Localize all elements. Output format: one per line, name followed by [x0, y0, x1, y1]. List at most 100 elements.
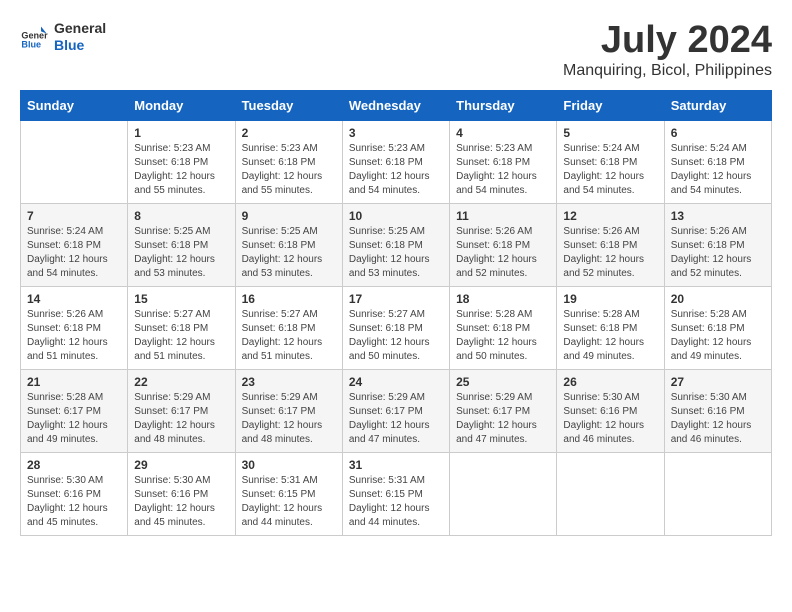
calendar-cell: 7 Sunrise: 5:24 AM Sunset: 6:18 PM Daylig… — [21, 203, 128, 286]
calendar-cell: 18 Sunrise: 5:28 AM Sunset: 6:18 PM Dayli… — [450, 286, 557, 369]
cell-info: Sunrise: 5:28 AM Sunset: 6:18 PM Dayligh… — [456, 308, 550, 364]
cell-info: Sunrise: 5:26 AM Sunset: 6:18 PM Dayligh… — [27, 308, 121, 364]
cell-info: Sunrise: 5:25 AM Sunset: 6:18 PM Dayligh… — [349, 225, 443, 281]
cell-info: Sunrise: 5:27 AM Sunset: 6:18 PM Dayligh… — [242, 308, 336, 364]
cell-info: Sunrise: 5:23 AM Sunset: 6:18 PM Dayligh… — [349, 142, 443, 198]
calendar-week-row: 1 Sunrise: 5:23 AM Sunset: 6:18 PM Daylig… — [21, 120, 772, 203]
calendar-cell: 22Sunrise: 5:29 AM Sunset: 6:17 PM Dayli… — [128, 369, 235, 452]
calendar-week-row: 21 Sunrise: 5:28 AM Sunset: 6:17 PM Dayli… — [21, 369, 772, 452]
day-number: 30 — [242, 458, 336, 472]
day-number: 4 — [456, 126, 550, 140]
column-header-tuesday: Tuesday — [235, 90, 342, 120]
day-number: 16 — [242, 292, 336, 306]
cell-info: Sunrise: 5:24 AM Sunset: 6:18 PM Dayligh… — [563, 142, 657, 198]
logo-icon: General Blue — [20, 23, 48, 51]
calendar-cell: 21 Sunrise: 5:28 AM Sunset: 6:17 PM Dayli… — [21, 369, 128, 452]
calendar-cell: 19 Sunrise: 5:28 AM Sunset: 6:18 PM Dayli… — [557, 286, 664, 369]
cell-info: Sunrise: 5:29 AM Sunset: 6:17 PM Dayligh… — [456, 391, 550, 447]
calendar-cell: 15 Sunrise: 5:27 AM Sunset: 6:18 PM Dayli… — [128, 286, 235, 369]
calendar-cell: 17Sunrise: 5:27 AM Sunset: 6:18 PM Dayli… — [342, 286, 449, 369]
page-header: General Blue General Blue July 2024 Manq… — [20, 20, 772, 80]
title-block: July 2024 Manquiring, Bicol, Philippines — [563, 20, 772, 80]
cell-info: Sunrise: 5:24 AM Sunset: 6:18 PM Dayligh… — [27, 225, 121, 281]
svg-text:Blue: Blue — [21, 39, 41, 49]
column-header-wednesday: Wednesday — [342, 90, 449, 120]
calendar-cell — [450, 452, 557, 535]
day-number: 6 — [671, 126, 765, 140]
calendar-cell: 31 Sunrise: 5:31 AM Sunset: 6:15 PM Dayli… — [342, 452, 449, 535]
cell-info: Sunrise: 5:28 AM Sunset: 6:17 PM Dayligh… — [27, 391, 121, 447]
day-number: 12 — [563, 209, 657, 223]
calendar-cell: 6 Sunrise: 5:24 AM Sunset: 6:18 PM Daylig… — [664, 120, 771, 203]
calendar-cell: 14 Sunrise: 5:26 AM Sunset: 6:18 PM Dayli… — [21, 286, 128, 369]
calendar-cell: 2Sunrise: 5:23 AM Sunset: 6:18 PM Daylig… — [235, 120, 342, 203]
logo-general: General — [54, 20, 106, 37]
calendar-cell — [557, 452, 664, 535]
calendar-cell: 13 Sunrise: 5:26 AM Sunset: 6:18 PM Dayli… — [664, 203, 771, 286]
cell-info: Sunrise: 5:31 AM Sunset: 6:15 PM Dayligh… — [242, 474, 336, 530]
day-number: 5 — [563, 126, 657, 140]
cell-info: Sunrise: 5:25 AM Sunset: 6:18 PM Dayligh… — [134, 225, 228, 281]
cell-info: Sunrise: 5:26 AM Sunset: 6:18 PM Dayligh… — [671, 225, 765, 281]
day-number: 2 — [242, 126, 336, 140]
day-number: 24 — [349, 375, 443, 389]
calendar-week-row: 28 Sunrise: 5:30 AM Sunset: 6:16 PM Dayli… — [21, 452, 772, 535]
calendar-cell: 26 Sunrise: 5:30 AM Sunset: 6:16 PM Dayli… — [557, 369, 664, 452]
calendar-cell: 23 Sunrise: 5:29 AM Sunset: 6:17 PM Dayli… — [235, 369, 342, 452]
column-header-sunday: Sunday — [21, 90, 128, 120]
location-subtitle: Manquiring, Bicol, Philippines — [563, 62, 772, 80]
cell-info: Sunrise: 5:29 AM Sunset: 6:17 PM Dayligh… — [349, 391, 443, 447]
cell-info: Sunrise: 5:25 AM Sunset: 6:18 PM Dayligh… — [242, 225, 336, 281]
column-header-monday: Monday — [128, 90, 235, 120]
day-number: 19 — [563, 292, 657, 306]
cell-info: Sunrise: 5:26 AM Sunset: 6:18 PM Dayligh… — [563, 225, 657, 281]
day-number: 20 — [671, 292, 765, 306]
calendar-cell: 20Sunrise: 5:28 AM Sunset: 6:18 PM Dayli… — [664, 286, 771, 369]
column-header-friday: Friday — [557, 90, 664, 120]
day-number: 3 — [349, 126, 443, 140]
day-number: 21 — [27, 375, 121, 389]
day-number: 18 — [456, 292, 550, 306]
cell-info: Sunrise: 5:24 AM Sunset: 6:18 PM Dayligh… — [671, 142, 765, 198]
day-number: 22 — [134, 375, 228, 389]
day-number: 23 — [242, 375, 336, 389]
day-number: 13 — [671, 209, 765, 223]
cell-info: Sunrise: 5:27 AM Sunset: 6:18 PM Dayligh… — [134, 308, 228, 364]
calendar-cell: 9 Sunrise: 5:25 AM Sunset: 6:18 PM Daylig… — [235, 203, 342, 286]
cell-info: Sunrise: 5:28 AM Sunset: 6:18 PM Dayligh… — [563, 308, 657, 364]
logo-blue: Blue — [54, 37, 106, 54]
day-number: 29 — [134, 458, 228, 472]
day-number: 28 — [27, 458, 121, 472]
cell-info: Sunrise: 5:31 AM Sunset: 6:15 PM Dayligh… — [349, 474, 443, 530]
day-number: 7 — [27, 209, 121, 223]
cell-info: Sunrise: 5:23 AM Sunset: 6:18 PM Dayligh… — [134, 142, 228, 198]
day-number: 17 — [349, 292, 443, 306]
column-header-saturday: Saturday — [664, 90, 771, 120]
day-number: 25 — [456, 375, 550, 389]
cell-info: Sunrise: 5:26 AM Sunset: 6:18 PM Dayligh… — [456, 225, 550, 281]
calendar-cell: 3 Sunrise: 5:23 AM Sunset: 6:18 PM Daylig… — [342, 120, 449, 203]
day-number: 31 — [349, 458, 443, 472]
calendar-cell — [21, 120, 128, 203]
calendar-table: SundayMondayTuesdayWednesdayThursdayFrid… — [20, 90, 772, 536]
calendar-cell: 11 Sunrise: 5:26 AM Sunset: 6:18 PM Dayli… — [450, 203, 557, 286]
logo: General Blue General Blue — [20, 20, 106, 54]
day-number: 10 — [349, 209, 443, 223]
calendar-week-row: 14 Sunrise: 5:26 AM Sunset: 6:18 PM Dayli… — [21, 286, 772, 369]
calendar-cell: 29Sunrise: 5:30 AM Sunset: 6:16 PM Dayli… — [128, 452, 235, 535]
calendar-cell: 10 Sunrise: 5:25 AM Sunset: 6:18 PM Dayli… — [342, 203, 449, 286]
cell-info: Sunrise: 5:29 AM Sunset: 6:17 PM Dayligh… — [242, 391, 336, 447]
day-number: 26 — [563, 375, 657, 389]
day-number: 15 — [134, 292, 228, 306]
day-number: 1 — [134, 126, 228, 140]
day-number: 11 — [456, 209, 550, 223]
calendar-cell: 16 Sunrise: 5:27 AM Sunset: 6:18 PM Dayli… — [235, 286, 342, 369]
calendar-cell: 5 Sunrise: 5:24 AM Sunset: 6:18 PM Daylig… — [557, 120, 664, 203]
calendar-header-row: SundayMondayTuesdayWednesdayThursdayFrid… — [21, 90, 772, 120]
day-number: 14 — [27, 292, 121, 306]
cell-info: Sunrise: 5:30 AM Sunset: 6:16 PM Dayligh… — [563, 391, 657, 447]
day-number: 9 — [242, 209, 336, 223]
cell-info: Sunrise: 5:30 AM Sunset: 6:16 PM Dayligh… — [27, 474, 121, 530]
cell-info: Sunrise: 5:23 AM Sunset: 6:18 PM Dayligh… — [456, 142, 550, 198]
cell-info: Sunrise: 5:30 AM Sunset: 6:16 PM Dayligh… — [671, 391, 765, 447]
